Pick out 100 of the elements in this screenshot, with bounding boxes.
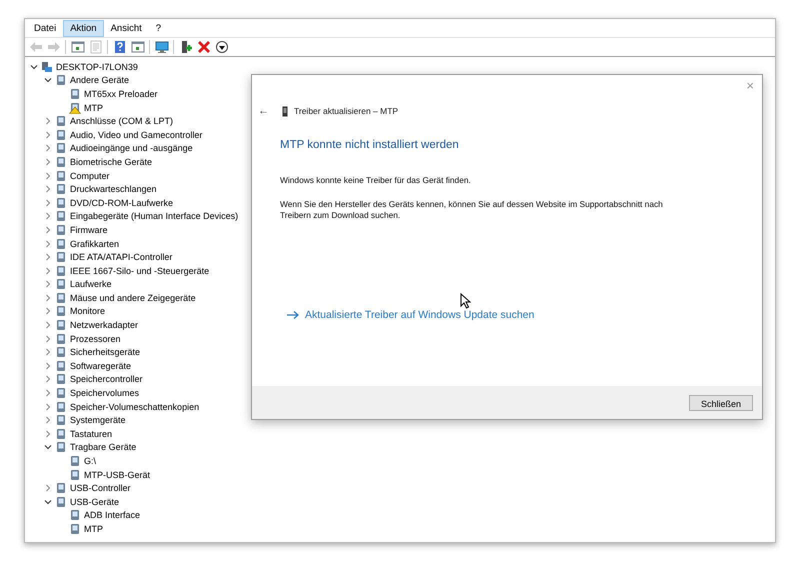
tree-item[interactable]: Tastaturen bbox=[70, 428, 112, 439]
tree-item[interactable]: Biometrische Geräte bbox=[70, 156, 152, 167]
tree-item[interactable]: Tragbare Geräte bbox=[70, 442, 136, 452]
tree-item[interactable]: Anschlüsse (COM & LPT) bbox=[70, 116, 174, 126]
expand-chevron-icon[interactable] bbox=[43, 156, 53, 167]
expand-chevron-icon[interactable] bbox=[43, 266, 53, 276]
tree-item[interactable]: Speichervolumes bbox=[70, 388, 140, 398]
expand-chevron-icon[interactable] bbox=[43, 306, 53, 316]
device-icon bbox=[69, 468, 81, 481]
device-icon bbox=[55, 482, 67, 494]
tree-item[interactable]: Laufwerke bbox=[70, 279, 112, 290]
back-icon bbox=[28, 40, 42, 54]
tree-item[interactable]: Firmware bbox=[70, 224, 108, 235]
tree-item[interactable]: Grafikkarten bbox=[70, 238, 120, 249]
device-icon bbox=[69, 522, 81, 535]
help-icon bbox=[112, 40, 126, 54]
tree-item[interactable]: Audioeingänge und -ausgänge bbox=[70, 143, 193, 154]
tree-item[interactable]: Audio, Video und Gamecontroller bbox=[70, 130, 202, 140]
expand-chevron-icon[interactable] bbox=[43, 279, 53, 290]
arrow-icon bbox=[286, 310, 300, 320]
expand-chevron-icon[interactable] bbox=[43, 224, 53, 235]
device-icon bbox=[55, 183, 67, 196]
device-icon bbox=[69, 88, 81, 100]
tree-item[interactable]: Computer bbox=[70, 170, 110, 181]
device-icon bbox=[55, 278, 67, 290]
device-icon bbox=[55, 332, 67, 345]
tree-item[interactable]: Prozessoren bbox=[70, 334, 121, 344]
remove-icon bbox=[196, 40, 210, 54]
device-icon bbox=[55, 292, 67, 304]
back-button[interactable]: ← bbox=[258, 105, 276, 117]
expand-chevron-icon[interactable] bbox=[43, 292, 53, 303]
device-icon bbox=[55, 428, 67, 440]
window-icon bbox=[70, 40, 84, 54]
tree-item[interactable]: G:\ bbox=[84, 456, 96, 466]
device-icon bbox=[55, 346, 67, 358]
menu-item[interactable]: ? bbox=[148, 20, 168, 36]
tree-item[interactable]: Speicher-Volumeschattenkopien bbox=[70, 402, 200, 412]
cursor-icon bbox=[460, 293, 471, 309]
tree-item[interactable]: DESKTOP-I7LON39 bbox=[56, 62, 138, 72]
tree-item[interactable]: Sicherheitsgeräte bbox=[70, 347, 140, 358]
device-icon bbox=[69, 455, 81, 468]
expand-chevron-icon[interactable] bbox=[43, 334, 53, 344]
expand-chevron-icon[interactable] bbox=[43, 211, 53, 222]
dialog-heading: MTP konnte nicht installiert werden bbox=[280, 139, 460, 151]
tree-item[interactable]: MTP bbox=[84, 102, 103, 113]
expand-chevron-icon[interactable] bbox=[43, 388, 53, 398]
tree-item[interactable]: Andere Geräte bbox=[70, 75, 130, 86]
tree-item[interactable]: Speichercontroller bbox=[70, 374, 143, 384]
device-icon bbox=[55, 196, 67, 209]
update-link[interactable]: Aktualisierte Treiber auf Windows Update suchen bbox=[305, 309, 534, 321]
tree-item[interactable]: USB-Controller bbox=[70, 483, 131, 494]
warning-device-icon bbox=[69, 102, 81, 114]
dialog-title: Treiber aktualisieren – MTP bbox=[294, 106, 398, 116]
tree-item[interactable]: Softwaregeräte bbox=[70, 360, 132, 371]
close-dialog-button[interactable]: Schließen bbox=[688, 394, 753, 410]
tree-item[interactable]: Netzwerkadapter bbox=[70, 320, 138, 330]
toolbar-button[interactable] bbox=[214, 40, 229, 54]
tree-item[interactable]: MTP-USB-Gerät bbox=[84, 470, 150, 480]
device-icon bbox=[55, 128, 67, 141]
expand-chevron-icon[interactable] bbox=[43, 415, 53, 426]
menu-item[interactable]: Datei bbox=[27, 20, 64, 36]
device-icon bbox=[55, 319, 67, 332]
tree-item[interactable]: MTP bbox=[84, 524, 103, 534]
tree-item[interactable]: Eingabegeräte (Human Interface Devices) bbox=[70, 211, 238, 222]
expand-chevron-icon[interactable] bbox=[43, 143, 53, 154]
menu-item[interactable]: Aktion bbox=[63, 20, 104, 36]
device-icon bbox=[55, 238, 67, 250]
expand-chevron-icon[interactable] bbox=[43, 374, 53, 384]
device-icon bbox=[55, 74, 67, 86]
message-text: Windows konnte keine Treiber für das Gerät finden. bbox=[280, 175, 472, 186]
device-icon bbox=[55, 142, 67, 154]
device-icon bbox=[55, 441, 67, 454]
expand-chevron-icon[interactable] bbox=[43, 347, 53, 358]
expand-chevron-icon[interactable] bbox=[43, 252, 53, 262]
device-icon bbox=[55, 115, 67, 128]
tree-item[interactable]: IEEE 1667-Silo- und -Steuergeräte bbox=[70, 266, 210, 276]
tree-item[interactable]: MT65xx Preloader bbox=[84, 88, 158, 99]
tree-item[interactable]: Druckwarteschlangen bbox=[70, 184, 157, 194]
expand-chevron-icon[interactable] bbox=[43, 130, 53, 140]
expand-chevron-icon[interactable] bbox=[43, 360, 53, 371]
tree-item[interactable]: Monitore bbox=[70, 306, 106, 316]
tree-item[interactable]: USB-Geräte bbox=[70, 496, 120, 507]
monitor-icon bbox=[154, 40, 168, 54]
expand-chevron-icon[interactable] bbox=[43, 402, 53, 412]
expand-chevron-icon[interactable] bbox=[43, 198, 53, 208]
device-icon bbox=[69, 509, 81, 522]
tree-item[interactable]: Systemgeräte bbox=[70, 415, 126, 426]
expand-chevron-icon[interactable] bbox=[43, 184, 53, 194]
tree-item[interactable]: ADB Interface bbox=[84, 510, 140, 520]
device-icon bbox=[55, 251, 67, 264]
expand-chevron-icon[interactable] bbox=[43, 170, 53, 181]
expand-chevron-icon[interactable] bbox=[43, 238, 53, 249]
device-icon bbox=[55, 224, 67, 236]
tree-item[interactable]: IDE ATA/ATAPI-Controller bbox=[70, 252, 172, 262]
tree-item[interactable]: DVD/CD-ROM-Laufwerke bbox=[70, 198, 174, 208]
computer-icon bbox=[41, 60, 53, 73]
menu-item[interactable]: Ansicht bbox=[104, 20, 149, 36]
tree-item[interactable]: Mäuse und andere Zeigegeräte bbox=[70, 292, 196, 303]
expand-chevron-icon[interactable] bbox=[43, 116, 53, 126]
expand-chevron-icon[interactable] bbox=[43, 320, 53, 330]
